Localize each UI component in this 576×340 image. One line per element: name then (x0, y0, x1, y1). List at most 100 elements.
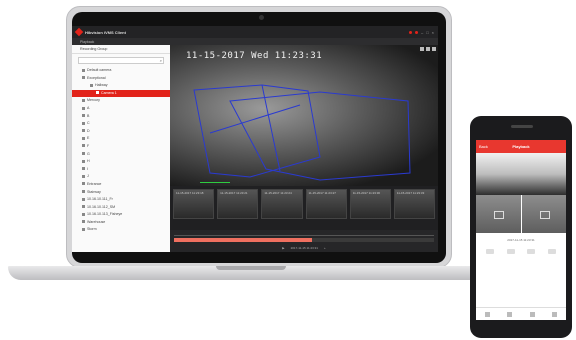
camera-icon (96, 91, 99, 95)
phone-grid-cell[interactable] (476, 195, 521, 233)
tree-item-label: H (87, 159, 90, 164)
timeline-ticks (174, 232, 434, 236)
tree-item[interactable]: Warehouse (72, 219, 170, 227)
alarm-icon[interactable] (409, 30, 412, 34)
tree-item[interactable]: Storm (72, 226, 170, 234)
camera-icon (82, 182, 85, 186)
tree-item[interactable]: Stairway (72, 189, 170, 197)
tree-item-label: Stairway (87, 189, 101, 194)
topbar-controls: – □ × (409, 30, 438, 35)
sidebar-header: Recording Group (72, 45, 170, 54)
tree-item[interactable]: F (72, 143, 170, 151)
thumbnail[interactable]: 11-15-2017 11:23:24 (261, 189, 303, 219)
tree-item[interactable]: H (72, 158, 170, 166)
phone-record-button[interactable] (527, 249, 536, 254)
tree-item[interactable]: Default camera (72, 67, 170, 75)
camera-icon (82, 106, 85, 110)
play-icon[interactable]: ▶ (282, 246, 284, 250)
tree-item-label: D (87, 128, 90, 133)
phone-controls (476, 247, 566, 256)
thumbnail-caption: 11-15-2017 11:23:18 (176, 191, 204, 195)
tab-live-icon[interactable] (507, 311, 513, 317)
tree-item[interactable]: D (72, 128, 170, 136)
tree-item[interactable]: Camera 1 (72, 89, 170, 98)
tree-item[interactable]: C (72, 120, 170, 128)
phone-title: Playback (512, 144, 530, 149)
phone-more-button[interactable] (547, 249, 556, 254)
thumbnail[interactable]: 11-15-2017 11:23:30 (349, 189, 391, 219)
tree-item-label: Warehouse (87, 219, 106, 224)
tab-settings-icon[interactable] (552, 311, 558, 317)
phone-play-button[interactable] (486, 249, 495, 254)
tree-item[interactable]: E (72, 135, 170, 143)
fullscreen-icon[interactable] (432, 47, 436, 51)
resource-sidebar: Recording Group ⌕ Default camera Exceptio… (72, 45, 170, 252)
tree-item-label: J (87, 174, 89, 179)
laptop-screen: Hikvision iVMS Client – □ × Playback Rec… (72, 26, 438, 252)
tree-item[interactable]: Exceptional (72, 75, 170, 83)
thumbnail-caption: 11-15-2017 11:23:21 (220, 191, 248, 195)
thumbnail[interactable]: 11-15-2017 11:23:21 (217, 189, 259, 219)
thumbnail[interactable]: 11-15-2017 11:23:33 (393, 189, 436, 219)
tree-item[interactable]: Entrance (72, 181, 170, 189)
tree-item[interactable]: 10.16.10.112_SM (72, 204, 170, 212)
phone-header: Back Playback (476, 140, 566, 153)
close-icon[interactable]: × (432, 30, 434, 35)
record-icon[interactable] (426, 47, 430, 51)
phone-snapshot-button[interactable] (506, 249, 515, 254)
motion-indicator (200, 182, 230, 183)
tree-item[interactable]: G (72, 151, 170, 159)
phone-speaker (511, 125, 533, 128)
webcam (259, 15, 264, 20)
phone-info-text: 2017-11-15 11:23:31 (507, 238, 535, 242)
thumbnail[interactable]: 11-15-2017 11:23:27 (305, 189, 347, 219)
app-title: Hikvision iVMS Client (85, 29, 126, 35)
minimize-icon[interactable]: – (421, 30, 423, 35)
tree-item[interactable]: 10.16.10.113_Fisheye (72, 211, 170, 219)
tree-item-label: Default camera (87, 68, 112, 72)
camera-icon (82, 129, 85, 133)
thumbnail-caption: 11-15-2017 11:23:24 (264, 191, 292, 195)
phone-tabbar (476, 307, 566, 320)
tab-home-icon[interactable] (484, 311, 490, 317)
phone-screen: Back Playback 2017-11-15 11:23:31 (476, 140, 566, 320)
tree-item-label: E (87, 136, 90, 141)
phone-video[interactable] (476, 153, 566, 195)
snapshot-icon[interactable] (420, 47, 424, 51)
tree-item-label: I (87, 166, 88, 171)
tree-item[interactable]: I (72, 166, 170, 174)
tree-item-label: Mercury (87, 98, 100, 103)
camera-icon (82, 228, 85, 232)
notification-icon[interactable] (415, 30, 418, 34)
phone-grid (476, 195, 566, 233)
sidebar-search-input[interactable]: ⌕ (78, 57, 164, 64)
thumbnail-strip: 11-15-2017 11:23:18 11-15-2017 11:23:21 11… (170, 186, 438, 230)
tree-item-label: Hallway (95, 83, 108, 88)
tab-playback-icon[interactable] (529, 311, 535, 317)
tree-item[interactable]: B (72, 113, 170, 121)
tree-item-label: B (87, 113, 90, 118)
tree-item[interactable]: J (72, 173, 170, 181)
tree-item[interactable]: A (72, 105, 170, 113)
camera-icon (82, 144, 85, 148)
tree-item[interactable]: 10.16.10.111_Fr (72, 196, 170, 204)
timeline-remaining[interactable] (311, 238, 434, 242)
camera-icon (82, 136, 85, 140)
tree-item[interactable]: Hallway (72, 82, 170, 90)
tab-playback[interactable]: Playback (80, 40, 94, 44)
thumbnail[interactable]: 11-15-2017 11:23:18 (173, 189, 215, 219)
playback-video[interactable]: 11-15-2017 Wed 11:23:31 (170, 45, 438, 186)
zoom-icon[interactable]: + (324, 246, 326, 250)
camera-icon (82, 197, 85, 201)
camera-icon (82, 152, 85, 156)
phone-grid-cell[interactable] (521, 195, 566, 233)
maximize-icon[interactable]: □ (426, 30, 428, 35)
tree-item[interactable]: Mercury (72, 97, 170, 105)
roi-polygon (229, 91, 411, 181)
roi-overlay (193, 84, 411, 181)
camera-icon (90, 83, 93, 87)
module-tabbar: Playback (72, 38, 438, 45)
timeline-recorded[interactable] (174, 238, 312, 242)
timeline[interactable]: ▶ 2017-11-15 11:23:31 + (170, 230, 438, 252)
tree-item-label: F (87, 143, 90, 148)
